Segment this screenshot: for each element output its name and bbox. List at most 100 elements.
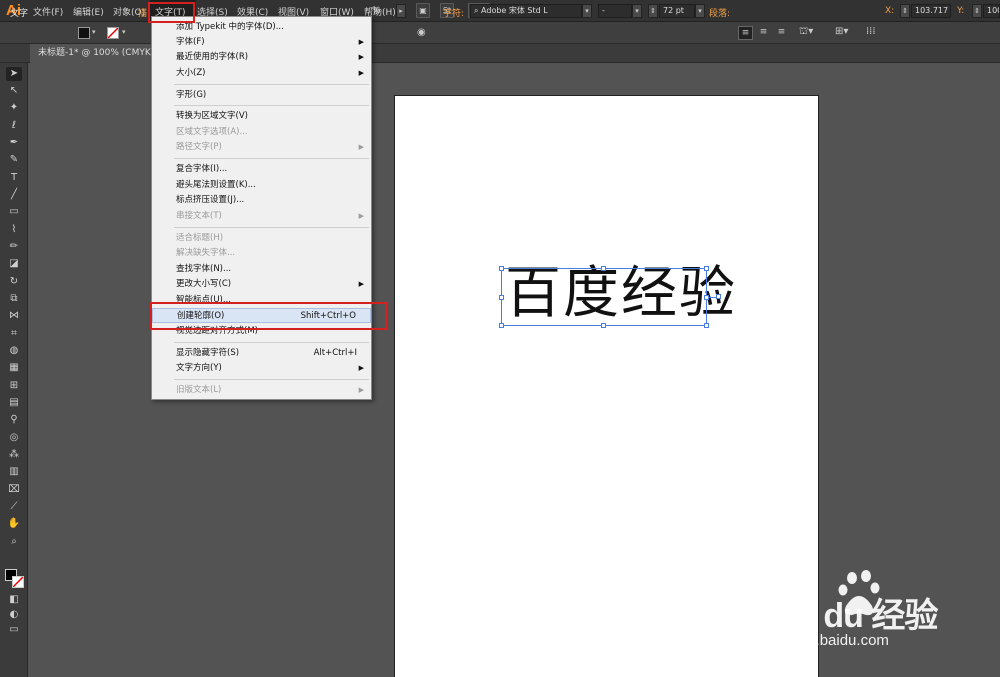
line-tool-icon[interactable]: ╱ xyxy=(6,188,22,202)
font-style-dropdown-icon[interactable]: ▾ xyxy=(632,4,642,18)
font-size-stepper-icon[interactable]: ⇕ xyxy=(648,4,658,18)
pencil-tool-icon[interactable]: ✏ xyxy=(6,240,22,254)
menu-item-show-hidden-characters[interactable]: 显示隐藏字符(S) Alt+Ctrl+I xyxy=(152,346,371,361)
menu-item-glyphs[interactable]: 字形(G) xyxy=(152,88,371,103)
align-left-icon[interactable]: ≡ xyxy=(738,26,753,40)
menu-item-mojikumi-settings[interactable]: 标点挤压设置(J)... xyxy=(152,193,371,208)
width-tool-icon[interactable]: ⋈ xyxy=(6,309,22,323)
submenu-arrow-icon: ▶ xyxy=(358,69,364,77)
symbol-sprayer-tool-icon[interactable]: ⁂ xyxy=(6,448,22,462)
magic-wand-tool-icon[interactable]: ✦ xyxy=(6,101,22,115)
color-mode-icon[interactable]: ◧ xyxy=(6,593,22,607)
rectangle-tool-icon[interactable]: ▭ xyxy=(6,205,22,219)
x-label: X: xyxy=(885,6,895,16)
blend-tool-icon[interactable]: ◎ xyxy=(6,431,22,445)
bridge-icon[interactable]: ▣ xyxy=(416,3,430,18)
menu-item-type-on-path: 路径文字(P) ▶ xyxy=(152,140,371,155)
highlight-box-text-menu xyxy=(148,2,195,23)
submenu-arrow-icon: ▶ xyxy=(358,280,364,288)
menu-item-convert-area-type[interactable]: 转换为区域文字(V) xyxy=(152,109,371,124)
paintbrush-tool-icon[interactable]: ⌇ xyxy=(6,223,22,237)
control-bar xyxy=(0,22,1000,44)
stroke-dropdown-icon[interactable]: ▾ xyxy=(122,28,126,36)
mesh-tool-icon[interactable]: ⊞ xyxy=(6,379,22,393)
character-label[interactable]: 字符: xyxy=(443,6,464,19)
menu-item-fit-headline: 适合标题(H) xyxy=(176,233,224,243)
drawing-mode-icon[interactable]: ◐ xyxy=(6,608,22,622)
menu-item-change-case[interactable]: 更改大小写(C) ▶ xyxy=(152,277,371,292)
menu-item-threaded-text: 串接文本(T) ▶ xyxy=(152,209,371,224)
pen-tool-icon[interactable]: ✒ xyxy=(6,136,22,150)
free-transform-tool-icon[interactable]: ⌗ xyxy=(6,327,22,341)
bounding-handle[interactable] xyxy=(704,323,709,328)
hand-tool-icon[interactable]: ✋ xyxy=(6,517,22,531)
curvature-tool-icon[interactable]: ✎ xyxy=(6,153,22,167)
out-port-line xyxy=(708,297,716,298)
menu-item-composite-fonts[interactable]: 复合字体(I)... xyxy=(152,162,371,177)
align-objects-icon[interactable]: ⊞▾ xyxy=(835,26,848,37)
fill-dropdown-icon[interactable]: ▾ xyxy=(92,28,96,36)
x-field[interactable]: 103.717 xyxy=(911,4,951,18)
reference-point-icon[interactable]: ⁞⁞⁞ xyxy=(866,26,876,37)
paragraph-label[interactable]: 段落: xyxy=(709,6,730,19)
selection-tool-icon[interactable]: ➤ xyxy=(6,67,22,81)
font-family-dropdown-icon[interactable]: ▾ xyxy=(582,4,592,18)
font-size-field[interactable]: 72 pt xyxy=(659,4,695,18)
menu-item-font[interactable]: 字体(F) ▶ xyxy=(152,35,371,50)
bounding-handle[interactable] xyxy=(499,295,504,300)
bounding-handle[interactable] xyxy=(704,266,709,271)
bounding-handle[interactable] xyxy=(601,323,606,328)
menu-item-size[interactable]: 大小(Z) ▶ xyxy=(152,66,371,81)
text-bounding-box[interactable] xyxy=(501,268,707,326)
align-right-icon[interactable]: ≡ xyxy=(774,26,789,40)
slice-tool-icon[interactable]: ⟋ xyxy=(6,500,22,514)
bounding-handle[interactable] xyxy=(499,266,504,271)
search-icon: ⌕ xyxy=(474,6,482,15)
shape-builder-tool-icon[interactable]: ◍ xyxy=(6,344,22,358)
lasso-tool-icon[interactable]: ℓ xyxy=(6,119,22,133)
rotate-tool-icon[interactable]: ↻ xyxy=(6,275,22,289)
menu-item-recent-fonts[interactable]: 最近使用的字体(R) ▶ xyxy=(152,50,371,65)
document-tab[interactable]: 未标题-1* @ 100% (CMYK/GPU 预览) xyxy=(30,44,152,63)
gradient-tool-icon[interactable]: ▤ xyxy=(6,396,22,410)
font-size-dropdown-icon[interactable]: ▾ xyxy=(695,4,705,18)
column-graph-tool-icon[interactable]: ▥ xyxy=(6,465,22,479)
menu-separator xyxy=(174,105,369,106)
eraser-tool-icon[interactable]: ◪ xyxy=(6,257,22,271)
y-stepper-icon[interactable]: ⇕ xyxy=(972,4,982,18)
perspective-grid-tool-icon[interactable]: ▦ xyxy=(6,361,22,375)
font-family-field[interactable]: ⌕ Adobe 宋体 Std L xyxy=(470,4,582,18)
screen-mode-icon[interactable]: ▭ xyxy=(6,623,22,637)
eyedropper-tool-icon[interactable]: ⚲ xyxy=(6,413,22,427)
stroke-color-icon[interactable] xyxy=(12,576,24,588)
submenu-arrow-icon: ▶ xyxy=(358,364,364,372)
text-out-port[interactable] xyxy=(716,294,721,299)
menu-separator xyxy=(174,227,369,228)
menu-item-type-orientation[interactable]: 文字方向(Y) ▶ xyxy=(152,361,371,376)
menu-edit[interactable]: 编辑(E) xyxy=(73,5,104,18)
font-style-field[interactable]: - xyxy=(598,4,632,18)
scale-tool-icon[interactable]: ⧉ xyxy=(6,292,22,306)
menu-separator xyxy=(174,379,369,380)
menu-item-kinsoku-settings[interactable]: 避头尾法则设置(K)... xyxy=(152,178,371,193)
stroke-swatch[interactable] xyxy=(107,27,119,39)
zoom-tool-icon[interactable]: ⌕ xyxy=(6,535,22,549)
fill-swatch[interactable] xyxy=(78,27,90,39)
text-dropdown-menu: 添加 Typekit 中的字体(D)... 字体(F) ▶ 最近使用的字体(R) ▶… xyxy=(151,16,372,400)
x-stepper-icon[interactable]: ⇕ xyxy=(900,4,910,18)
highlight-box-create-outlines xyxy=(150,302,387,330)
opacity-arrow-icon[interactable]: ▸ xyxy=(396,4,406,18)
type-tool-icon[interactable]: T xyxy=(6,171,22,185)
direct-selection-tool-icon[interactable]: ↖ xyxy=(6,84,22,98)
submenu-arrow-icon: ▶ xyxy=(358,38,364,46)
align-center-icon[interactable]: ≡ xyxy=(756,26,771,40)
menu-item-find-font[interactable]: 查找字体(N)... xyxy=(152,262,371,277)
menu-file[interactable]: 文件(F) xyxy=(33,5,63,18)
envelope-icon[interactable]: ⛫▾ xyxy=(799,26,813,39)
artboard-tool-icon[interactable]: ⌧ xyxy=(6,483,22,497)
bounding-handle[interactable] xyxy=(601,266,606,271)
recolor-icon[interactable]: ◉ xyxy=(417,27,426,38)
artboard[interactable] xyxy=(394,95,819,677)
bounding-handle[interactable] xyxy=(499,323,504,328)
y-field[interactable]: 100 xyxy=(983,4,1000,18)
